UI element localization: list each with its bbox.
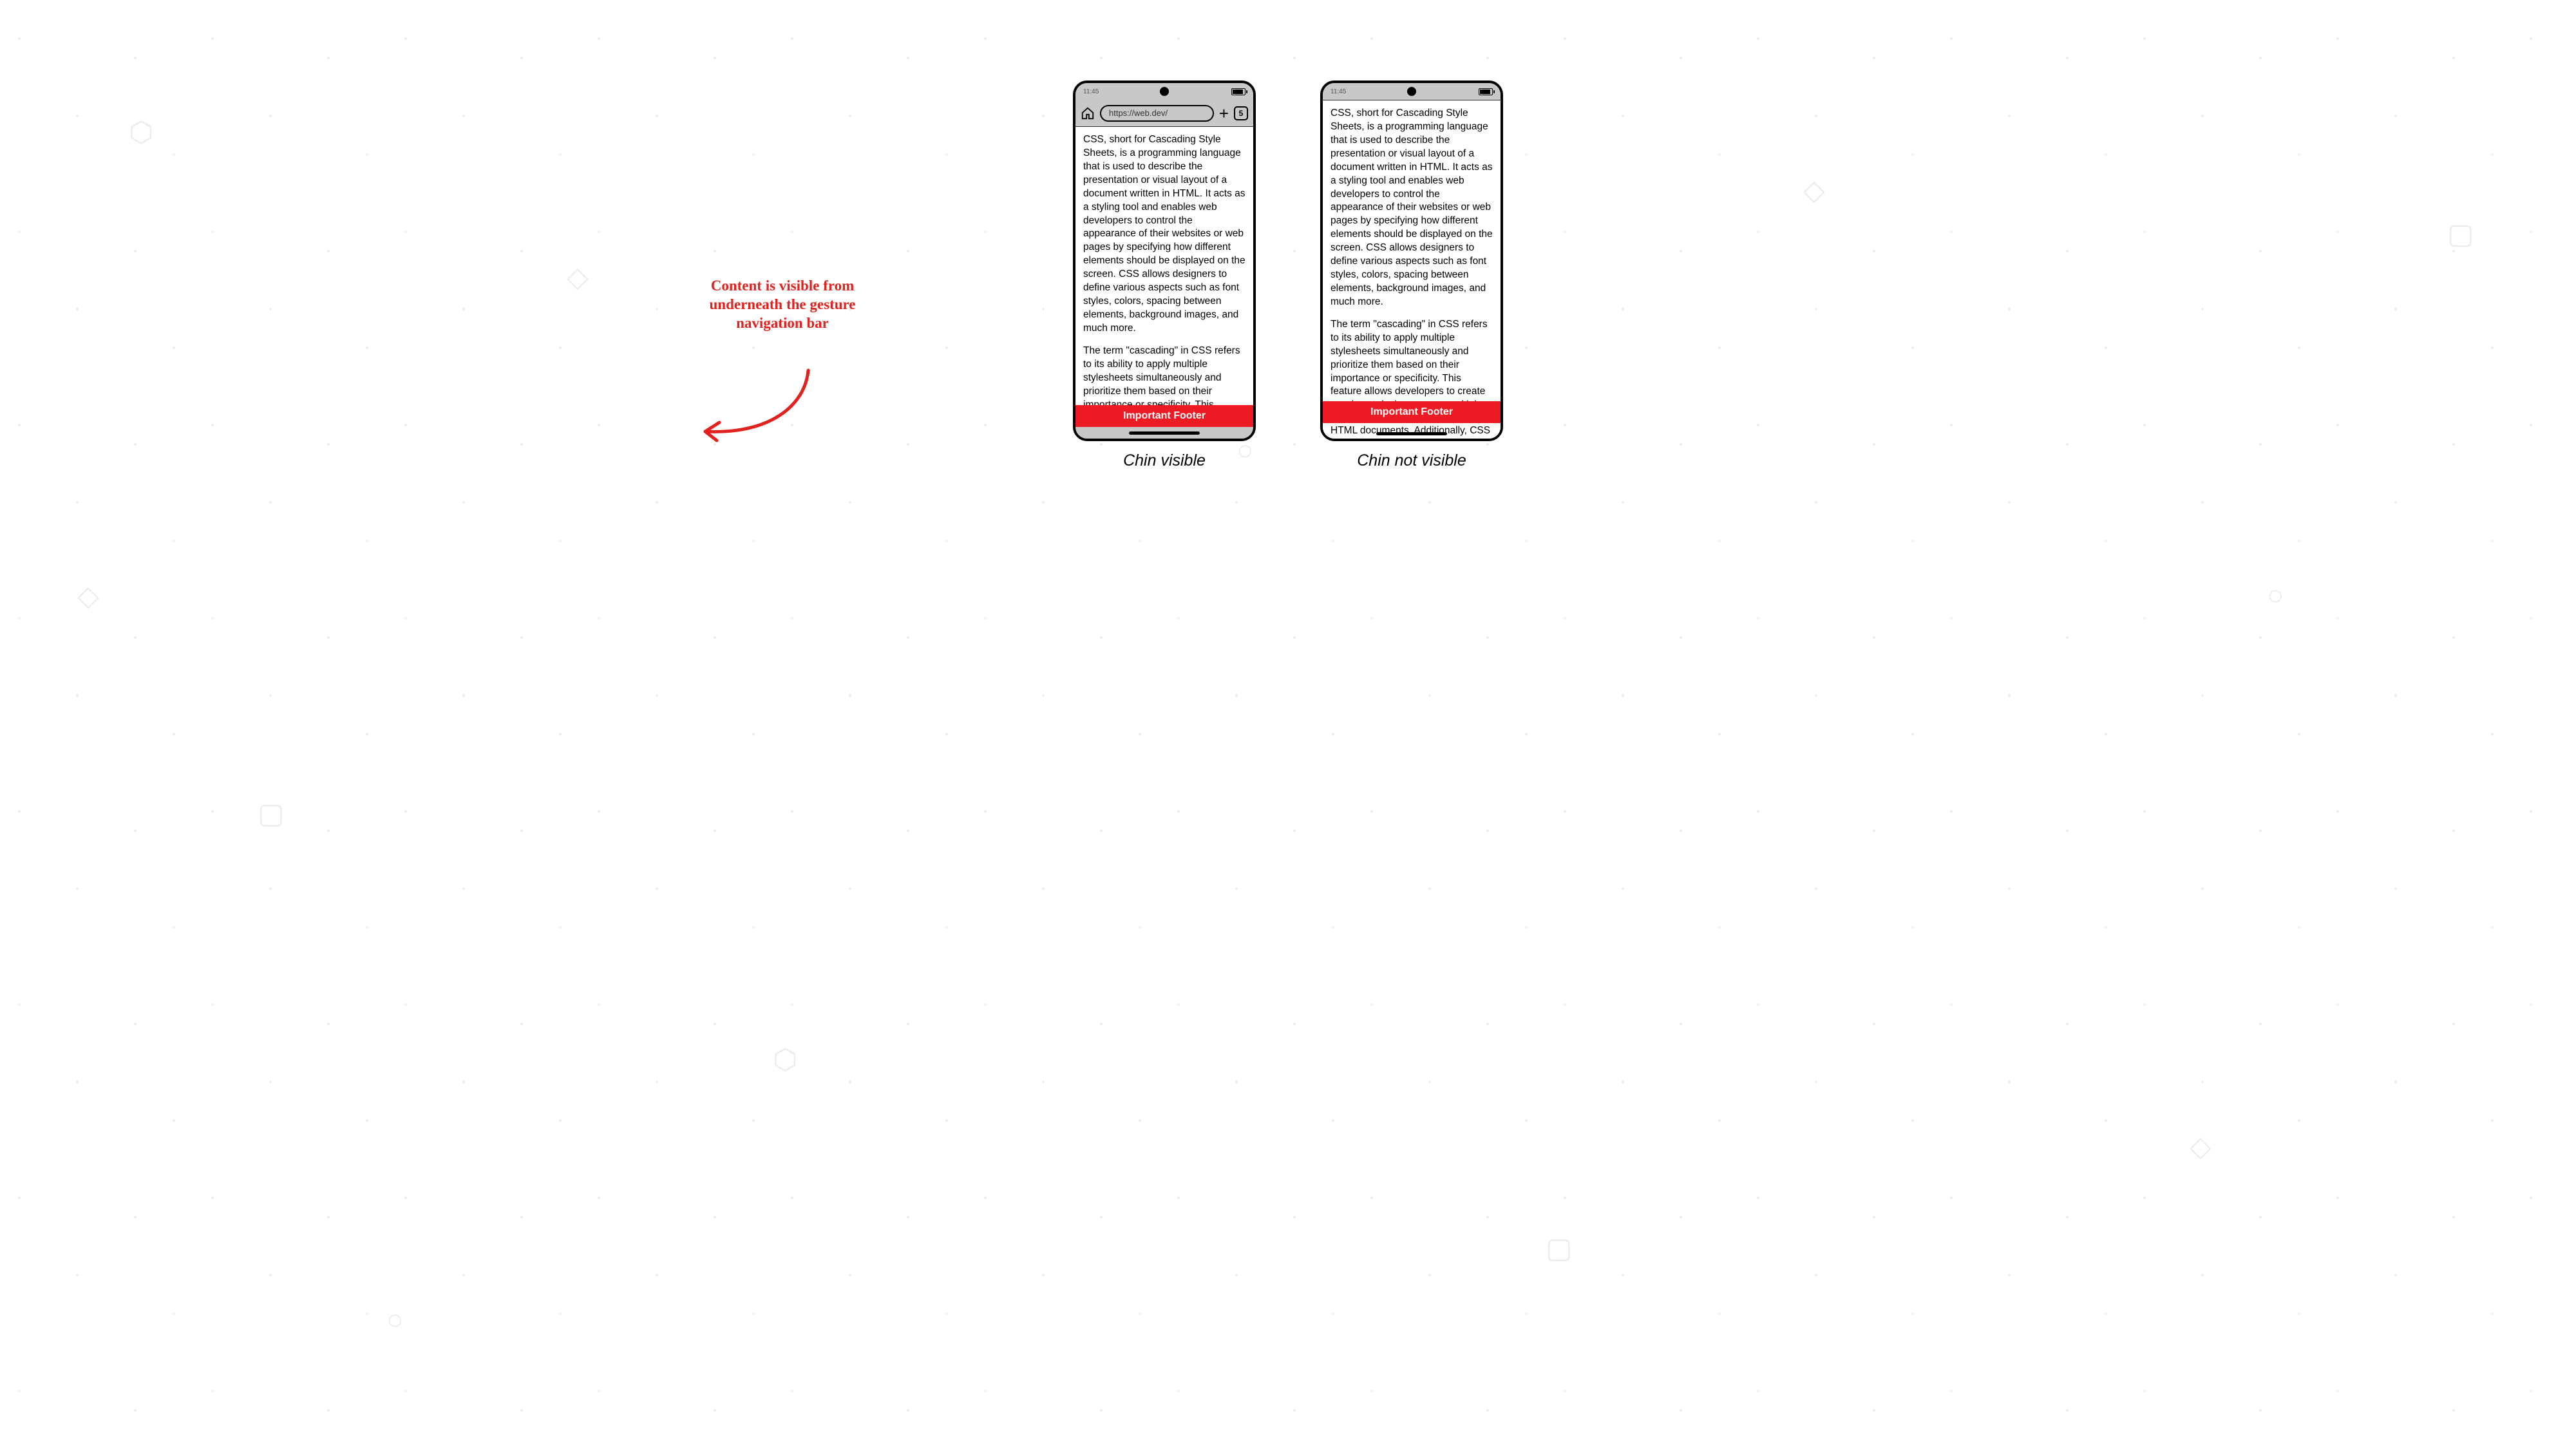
content-under-gesture-bar: HTML documents. Additionally, CSS <box>1323 423 1501 439</box>
caption-chin-not-visible: Chin not visible <box>1357 451 1466 470</box>
browser-toolbar: https://web.dev/ + 5 <box>1075 100 1253 127</box>
phone-mockup-chin-visible: 11:45 https://web.dev/ + 5 CSS, short fo… <box>1073 80 1256 441</box>
page-content: CSS, short for Cascading Style Sheets, i… <box>1323 100 1501 439</box>
caption-chin-visible: Chin visible <box>1123 451 1206 470</box>
status-bar: 11:45 <box>1075 83 1253 100</box>
gesture-bar-icon <box>1129 431 1200 435</box>
status-time: 11:45 <box>1083 88 1099 95</box>
annotation-text: Content is visible from underneath the g… <box>702 277 863 332</box>
battery-icon <box>1231 88 1245 95</box>
diagram-stage: 11:45 https://web.dev/ + 5 CSS, short fo… <box>0 0 2576 1449</box>
column-chin-not-visible: 11:45 CSS, short for Cascading Style She… <box>1320 80 1503 470</box>
home-icon[interactable] <box>1081 106 1095 120</box>
important-footer[interactable]: Important Footer <box>1323 401 1501 423</box>
status-bar: 11:45 <box>1323 83 1501 100</box>
url-input[interactable]: https://web.dev/ <box>1100 105 1214 122</box>
new-tab-icon[interactable]: + <box>1219 105 1229 122</box>
page-content: CSS, short for Cascading Style Sheets, i… <box>1075 127 1253 427</box>
browser-viewport[interactable]: CSS, short for Cascading Style Sheets, i… <box>1075 127 1253 427</box>
status-time: 11:45 <box>1331 88 1346 95</box>
battery-icon <box>1479 88 1493 95</box>
footer-label: Important Footer <box>1370 406 1453 418</box>
paragraph: CSS, short for Cascading Style Sheets, i… <box>1331 107 1493 309</box>
camera-hole-icon <box>1160 87 1169 96</box>
camera-hole-icon <box>1407 87 1416 96</box>
important-footer[interactable]: Important Footer <box>1075 405 1253 427</box>
paragraph: CSS, short for Cascading Style Sheets, i… <box>1083 133 1245 336</box>
device-chin <box>1075 427 1253 439</box>
footer-label: Important Footer <box>1123 410 1206 422</box>
gesture-bar-icon <box>1376 432 1447 435</box>
url-text: https://web.dev/ <box>1109 108 1168 118</box>
browser-viewport[interactable]: CSS, short for Cascading Style Sheets, i… <box>1323 100 1501 439</box>
tab-count-button[interactable]: 5 <box>1234 106 1248 120</box>
column-chin-visible: 11:45 https://web.dev/ + 5 CSS, short fo… <box>1073 80 1256 470</box>
phone-mockup-chin-not-visible: 11:45 CSS, short for Cascading Style She… <box>1320 80 1503 441</box>
